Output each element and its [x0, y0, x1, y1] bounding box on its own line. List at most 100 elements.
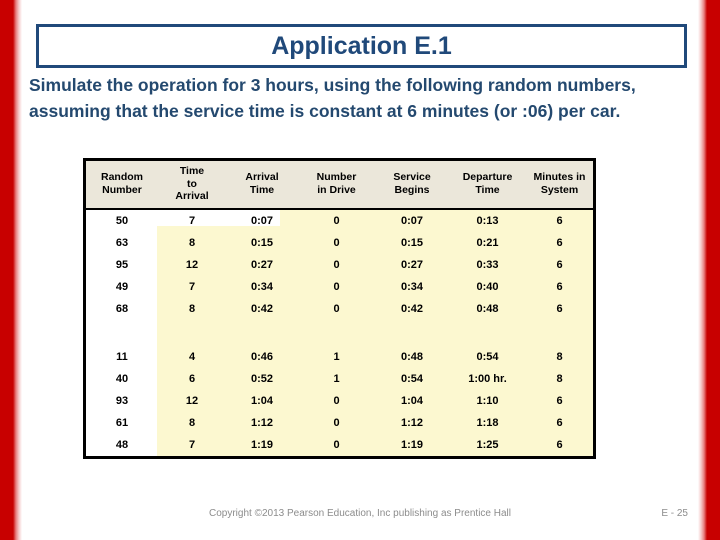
table-header: Random Number Time to Arrival Arrival Time Numb… [86, 161, 593, 209]
table-column-header: Random Number [86, 161, 158, 209]
table-cell: 0:33 [476, 258, 499, 271]
table-cell: 68 [115, 302, 129, 315]
table-cell: 0:21 [476, 236, 499, 249]
table-cell: 4 [188, 350, 196, 363]
table-column-header: Minutes in System [526, 161, 593, 209]
table-cell: 0 [333, 236, 340, 249]
table-cell: 1:04 [400, 394, 424, 407]
table-cell: 12 [185, 258, 199, 271]
table-row: 50 7 0:07 0 0:07 0:13 6 [86, 209, 593, 232]
table-spacer-cell [375, 320, 449, 346]
table-cell: 1:19 [400, 438, 424, 451]
table-cell: 0 [333, 214, 340, 227]
table-cell: 1 [333, 350, 340, 363]
table-row: 40 6 0:52 1 0:54 1:00 hr. 8 [86, 368, 593, 390]
simulation-table: Random Number Time to Arrival Arrival Time Numb… [86, 161, 593, 456]
table-cell: 6 [556, 236, 563, 249]
right-red-accent-bar [698, 0, 720, 540]
footer-page-number: E - 25 [661, 508, 688, 519]
table-cell: 6 [556, 258, 563, 271]
table-cell: 0:34 [400, 280, 424, 293]
table-cell: 1:04 [250, 394, 274, 407]
table-cell: 1:18 [476, 416, 499, 429]
table-cell: 0 [333, 394, 340, 407]
table-cell: 1:12 [400, 416, 424, 429]
left-red-accent-bar [0, 0, 22, 540]
table-row: 95 12 0:27 0 0:27 0:33 6 [86, 254, 593, 276]
table-row: 11 4 0:46 1 0:48 0:54 8 [86, 346, 593, 368]
table-cell: 6 [556, 302, 563, 315]
table-spacer-cell [449, 320, 526, 346]
table-cell: 50 [115, 214, 129, 227]
table-cell: 1:12 [250, 416, 274, 429]
table-cell: 0:07 [400, 214, 424, 227]
table-cell: 1:19 [250, 438, 274, 451]
table-cell: 6 [188, 372, 196, 385]
table-column-header: Arrival Time [226, 161, 298, 209]
table-cell: 0:40 [476, 280, 499, 293]
table-cell: 0:48 [476, 302, 499, 315]
table-cell: 0 [333, 302, 340, 315]
table-cell: 0:07 [250, 214, 274, 227]
table-cell: 0 [333, 416, 340, 429]
table-header-row: Random Number Time to Arrival Arrival Time Numb… [86, 161, 593, 209]
table-spacer-cell [226, 320, 298, 346]
table-cell: 0:52 [250, 372, 274, 385]
footer-copyright: Copyright ©2013 Pearson Education, Inc p… [209, 508, 511, 519]
table-cell: 6 [556, 394, 563, 407]
table-cell: 0:27 [250, 258, 274, 271]
table-cell: 0:27 [400, 258, 424, 271]
table-spacer-cell [298, 320, 375, 346]
table-cell: 1:25 [476, 438, 499, 451]
table-column-header: Departure Time [449, 161, 526, 209]
page-title: Application E.1 [271, 31, 452, 60]
table-cell: 6 [556, 214, 563, 227]
table-cell: 6 [556, 416, 563, 429]
slide-title-box: Application E.1 [36, 24, 687, 68]
table-cell: 11 [116, 350, 128, 363]
table-cell: 0:42 [400, 302, 424, 315]
table-cell: 1:00 hr. [468, 372, 507, 385]
table-column-header: Service Begins [375, 161, 449, 209]
table-body: 50 7 0:07 0 0:07 0:13 6 63 8 0:15 0 0:15 0:21 6 95 12 0:… [86, 209, 593, 456]
table-cell: 0:15 [400, 236, 424, 249]
table-row: 63 8 0:15 0 0:15 0:21 6 [86, 232, 593, 254]
table-cell: 0:46 [250, 350, 274, 363]
table-column-header: Time to Arrival [158, 161, 226, 209]
table-cell: 0:54 [476, 350, 499, 363]
table-cell: 1:10 [476, 394, 499, 407]
table-cell: 93 [115, 394, 129, 407]
table-row: 48 7 1:19 0 1:19 1:25 6 [86, 434, 593, 456]
table-spacer-cell [526, 320, 593, 346]
table-cell: 7 [188, 438, 196, 451]
table-cell: 0:15 [250, 236, 274, 249]
table-row: 49 7 0:34 0 0:34 0:40 6 [86, 276, 593, 298]
table-cell: 8 [556, 372, 563, 385]
table-cell: 8 [556, 350, 563, 363]
table-row: 68 8 0:42 0 0:42 0:48 6 [86, 298, 593, 320]
table-cell: 8 [188, 302, 196, 315]
table-spacer-row [86, 320, 593, 346]
table-cell: 0 [333, 438, 340, 451]
table-cell: 95 [115, 258, 129, 271]
table-column-header: Number in Drive [298, 161, 375, 209]
table-cell: 8 [188, 416, 196, 429]
table-cell: 7 [188, 214, 196, 227]
simulation-table-container: Random Number Time to Arrival Arrival Time Numb… [83, 158, 596, 459]
table-cell: 8 [188, 236, 196, 249]
table-cell: 63 [115, 236, 129, 249]
table-cell: 48 [115, 438, 129, 451]
table-cell: 0 [333, 280, 340, 293]
table-cell: 6 [556, 280, 563, 293]
table-cell: 7 [188, 280, 196, 293]
table-cell: 49 [115, 280, 129, 293]
slide-body-text: Simulate the operation for 3 hours, usin… [29, 75, 636, 121]
table-cell: 0:48 [400, 350, 424, 363]
table-cell: 61 [115, 416, 129, 429]
table-spacer-cell [86, 320, 158, 346]
table-spacer-cell [158, 320, 226, 346]
table-cell: 0:54 [400, 372, 424, 385]
table-cell: 12 [185, 394, 199, 407]
table-cell: 0:34 [250, 280, 274, 293]
table-cell: 1 [333, 372, 340, 385]
